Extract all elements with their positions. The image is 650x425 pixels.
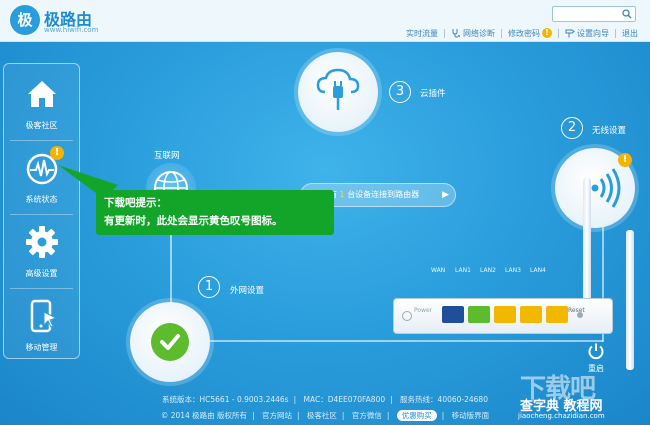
signpost-icon — [565, 29, 575, 38]
wifi-signal-icon — [591, 168, 621, 208]
checkmark-icon — [160, 334, 180, 350]
cloud-plugin-label[interactable]: 云插件 — [420, 87, 446, 99]
router-device — [393, 298, 613, 334]
tooltip-callout: 下载吧提示： 有更新时，此处会显示黄色叹号图标。 — [96, 190, 334, 235]
search-input[interactable] — [553, 7, 619, 21]
power-icon — [588, 343, 604, 360]
nav-divider — [558, 28, 559, 38]
sidebar-divider — [10, 214, 73, 215]
footer-link-official-site[interactable]: 官方网站 — [262, 411, 292, 420]
update-badge-icon: ! — [50, 146, 64, 160]
stethoscope-icon — [452, 29, 460, 38]
top-header: 极 极路由 www.hiwifi.com 实时流量 网络诊断 修改密码 ! 设置… — [0, 0, 650, 42]
nav-label: 修改密码 — [508, 28, 540, 38]
step-number-1: 1 — [198, 276, 220, 298]
warning-icon: ! — [542, 28, 552, 38]
step-number-2: 2 — [561, 117, 583, 139]
wireless-warning-icon: ! — [618, 153, 632, 167]
connection-line — [208, 340, 603, 342]
nav-label: 设置向导 — [577, 28, 609, 38]
service-hotline: 服务热线：40060-24680 — [400, 395, 488, 404]
wan-settings-circle[interactable] — [130, 302, 210, 382]
internet-label: 互联网 — [154, 151, 180, 161]
sidebar-item-label: 极客社区 — [25, 121, 58, 130]
watermark: 下载吧 查字典 教程网 jiaocheng.chazidian.com — [508, 368, 648, 424]
port-label: LAN2 — [480, 267, 496, 274]
gear-icon — [26, 226, 58, 258]
sidebar-item-geek-community[interactable]: 极客社区 — [4, 68, 79, 140]
tooltip-title: 下载吧提示： — [104, 197, 167, 209]
connected-devices-text: 台设备连接到路由器 — [347, 190, 420, 199]
sidebar-divider — [10, 288, 73, 289]
footer-link-mobile-ui[interactable]: 移动版界面 — [452, 411, 490, 420]
reset-label: Reset — [568, 307, 585, 314]
logo[interactable]: 极 极路由 www.hiwifi.com — [10, 5, 120, 37]
lan3-port[interactable] — [520, 306, 542, 323]
copyright: © 2014 极路由 版权所有 — [160, 411, 248, 420]
port-label: LAN3 — [505, 267, 521, 274]
cloud-plugin-circle[interactable] — [298, 52, 378, 132]
footer-link-geek-community[interactable]: 极客社区 — [307, 411, 337, 420]
nav-divider — [501, 28, 502, 38]
logo-mark: 极 — [10, 5, 40, 35]
router-antenna-right — [626, 230, 634, 370]
nav-change-password[interactable]: 修改密码 ! — [508, 28, 552, 39]
nav-network-diagnosis[interactable]: 网络诊断 — [451, 28, 495, 39]
lan1-port[interactable] — [468, 306, 490, 323]
sidebar-item-label: 高级设置 — [25, 269, 58, 278]
nav-setup-wizard[interactable]: 设置向导 — [565, 28, 609, 39]
watermark-url: jiaocheng.chazidian.com — [518, 412, 605, 420]
port-label: LAN4 — [530, 267, 546, 274]
sidebar-divider — [10, 140, 73, 141]
port-label: WAN — [431, 267, 446, 274]
nav-label: 网络诊断 — [463, 28, 495, 38]
power-label: Power — [414, 307, 433, 314]
home-icon — [28, 81, 56, 107]
lan4-port[interactable] — [546, 306, 568, 323]
port-label: LAN1 — [455, 267, 471, 274]
search-icon[interactable] — [622, 9, 632, 19]
wan-settings-label[interactable]: 外网设置 — [230, 284, 264, 296]
search-box — [552, 6, 636, 22]
cloud-plug-icon — [316, 68, 360, 110]
nav-label: 实时流量 — [406, 28, 438, 38]
nav-label: 退出 — [622, 28, 638, 38]
chevron-right-icon: ▶ — [442, 190, 449, 200]
connected-devices-count: 1 — [339, 190, 345, 199]
nav-divider — [444, 28, 445, 38]
discount-purchase-button[interactable]: 优惠购买 — [396, 410, 437, 421]
power-port — [402, 311, 412, 321]
footer-link-official-wechat[interactable]: 官方微信 — [352, 411, 382, 420]
tooltip-text: 有更新时，此处会显示黄色叹号图标。 — [104, 215, 283, 227]
sidebar-item-label: 移动管理 — [25, 343, 58, 352]
lan2-port[interactable] — [494, 306, 516, 323]
wan-port[interactable] — [442, 306, 464, 323]
nav-logout[interactable]: 退出 — [622, 28, 638, 39]
mac-address: MAC：D4EE070FA800 — [303, 395, 386, 404]
wireless-settings-label[interactable]: 无线设置 — [592, 124, 626, 136]
top-nav: 实时流量 网络诊断 修改密码 ! 设置向导 退出 — [406, 27, 638, 39]
step-number-3: 3 — [389, 81, 411, 103]
nav-realtime-traffic[interactable]: 实时流量 — [406, 28, 438, 39]
sidebar: 极客社区 ! 系统状态 高级设置 移动管理 — [3, 63, 80, 359]
nav-divider — [615, 28, 616, 38]
router-antenna-left — [583, 178, 591, 300]
system-version: 系统版本：HC5661 - 0.9003.2446s — [162, 395, 289, 404]
logo-url: www.hiwifi.com — [44, 26, 99, 34]
status-ok-badge — [151, 323, 189, 361]
sidebar-item-mobile-management[interactable]: 移动管理 — [4, 290, 79, 362]
sidebar-item-advanced-settings[interactable]: 高级设置 — [4, 216, 79, 288]
mobile-icon — [30, 299, 58, 333]
